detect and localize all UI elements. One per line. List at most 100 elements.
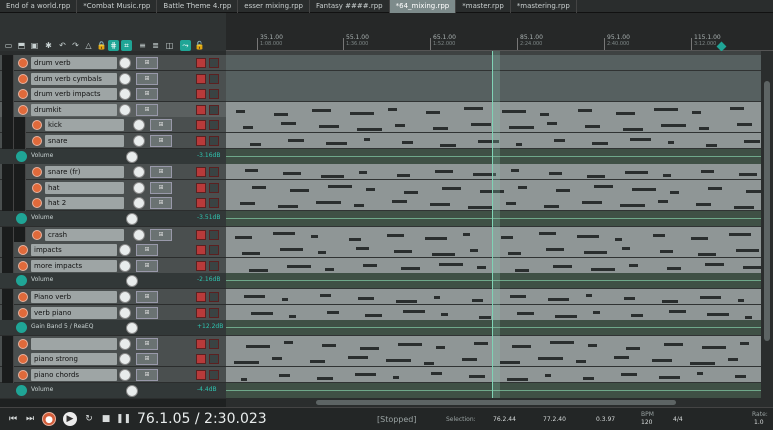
volume-knob[interactable]: [119, 369, 131, 381]
volume-knob[interactable]: [133, 119, 145, 132]
track-name[interactable]: hat: [45, 181, 124, 194]
track-name[interactable]: piano strong: [31, 353, 117, 366]
solo-button[interactable]: [209, 136, 219, 146]
record-arm-icon[interactable]: [32, 198, 42, 209]
vertical-scroll-thumb[interactable]: [764, 81, 770, 341]
envelope-icon[interactable]: [16, 150, 27, 162]
solo-button[interactable]: [209, 307, 219, 318]
selection-length[interactable]: 0.3.97: [596, 416, 615, 423]
fx-button[interactable]: ⊞: [136, 369, 158, 381]
fx-button[interactable]: ⊞: [136, 337, 158, 350]
track-header[interactable]: hat ⊞: [0, 179, 226, 196]
project-tab[interactable]: esser mixing.rpp: [238, 0, 310, 13]
record-arm-icon[interactable]: [32, 120, 42, 131]
volume-knob[interactable]: [119, 306, 131, 319]
record-arm-icon[interactable]: [18, 89, 28, 100]
mute-button[interactable]: [196, 182, 206, 193]
solo-button[interactable]: [209, 292, 219, 302]
envelope-icon[interactable]: [16, 322, 27, 334]
settings-icon[interactable]: ✱: [43, 40, 54, 51]
track-name[interactable]: drum verb cymbals: [31, 72, 117, 85]
track-header[interactable]: Piano verb ⊞: [0, 289, 226, 305]
record-arm-icon[interactable]: [18, 58, 28, 68]
envelope-knob[interactable]: [126, 213, 138, 225]
envelope-lane-header[interactable]: Gain Band 5 / ReaEQ +12.2dB: [0, 320, 226, 337]
solo-button[interactable]: [209, 260, 219, 271]
solo-button[interactable]: [209, 120, 219, 131]
grid-icon[interactable]: ⋕: [108, 40, 119, 51]
solo-button[interactable]: [209, 104, 219, 115]
fx-button[interactable]: ⊞: [150, 166, 172, 179]
solo-button[interactable]: [209, 58, 219, 68]
track-name[interactable]: piano chords: [31, 369, 117, 381]
volume-knob[interactable]: [133, 181, 145, 194]
ripple-edit-icon[interactable]: ≡: [137, 40, 148, 51]
track-name[interactable]: hat 2: [45, 197, 124, 210]
solo-button[interactable]: [209, 245, 219, 256]
rate-value[interactable]: 1.0: [754, 419, 764, 426]
envelope-icon[interactable]: [16, 384, 27, 396]
mute-button[interactable]: [196, 260, 206, 271]
bpm-value[interactable]: 120: [641, 419, 652, 426]
solo-button[interactable]: [209, 338, 219, 349]
track-header[interactable]: more impacts ⊞: [0, 257, 226, 274]
mute-button[interactable]: [196, 89, 206, 100]
snap-icon[interactable]: ⌗: [121, 40, 132, 51]
project-tab[interactable]: Fantasy ####.rpp: [310, 0, 390, 13]
project-tab[interactable]: *Combat Music.rpp: [77, 0, 158, 13]
new-project-icon[interactable]: ▭: [3, 40, 14, 51]
repeat-icon[interactable]: ↻: [82, 412, 96, 426]
fx-button[interactable]: ⊞: [150, 135, 172, 147]
track-header[interactable]: snare (fr) ⊞: [0, 164, 226, 181]
auto-crossfade-icon[interactable]: ⤳: [180, 40, 191, 51]
record-arm-icon[interactable]: [32, 136, 42, 146]
track-header[interactable]: crash ⊞: [0, 226, 226, 243]
undo-icon[interactable]: ↶: [57, 40, 68, 51]
fx-button[interactable]: ⊞: [136, 88, 158, 101]
envelope-lane-header[interactable]: Volume -3.16dB: [0, 148, 226, 165]
fx-button[interactable]: ⊞: [136, 291, 158, 303]
volume-knob[interactable]: [133, 197, 145, 210]
track-name[interactable]: snare (fr): [45, 166, 124, 179]
fx-button[interactable]: ⊞: [150, 119, 172, 132]
horizontal-scroll-thumb[interactable]: [316, 400, 676, 405]
record-arm-icon[interactable]: [18, 292, 28, 302]
play-icon[interactable]: ▶: [63, 412, 77, 426]
volume-knob[interactable]: [119, 244, 131, 257]
solo-button[interactable]: [209, 167, 219, 178]
save-project-icon[interactable]: ▣: [29, 40, 40, 51]
mute-button[interactable]: [196, 73, 206, 84]
envelope-knob[interactable]: [126, 322, 138, 335]
selection-end[interactable]: 77.2.40: [543, 416, 566, 423]
mute-button[interactable]: [196, 58, 206, 68]
record-arm-icon[interactable]: [18, 260, 28, 271]
track-header[interactable]: ⊞: [0, 335, 226, 352]
record-arm-icon[interactable]: [18, 307, 28, 318]
solo-button[interactable]: [209, 354, 219, 365]
volume-knob[interactable]: [119, 353, 131, 366]
fx-button[interactable]: ⊞: [150, 197, 172, 210]
time-signature[interactable]: 4/4: [673, 416, 683, 423]
record-arm-icon[interactable]: [18, 104, 28, 115]
mute-button[interactable]: [196, 245, 206, 256]
envelope-knob[interactable]: [126, 275, 138, 288]
track-header[interactable]: snare ⊞: [0, 133, 226, 149]
track-header[interactable]: kick ⊞: [0, 117, 226, 134]
fx-button[interactable]: ⊞: [136, 57, 158, 69]
mute-button[interactable]: [196, 292, 206, 302]
solo-button[interactable]: [209, 370, 219, 380]
fx-button[interactable]: ⊞: [136, 103, 158, 116]
track-name[interactable]: crash: [45, 228, 124, 241]
track-name[interactable]: drum verb: [31, 57, 117, 69]
track-name[interactable]: kick: [45, 119, 124, 132]
track-name[interactable]: Piano verb: [31, 291, 117, 303]
fx-button[interactable]: ⊞: [136, 244, 158, 257]
ripple-all-icon[interactable]: ≣: [150, 40, 161, 51]
mute-button[interactable]: [196, 229, 206, 240]
fx-button[interactable]: ⊞: [136, 353, 158, 366]
mute-button[interactable]: [196, 370, 206, 380]
track-name[interactable]: [31, 337, 117, 350]
volume-knob[interactable]: [119, 88, 131, 101]
record-arm-icon[interactable]: [32, 167, 42, 178]
metronome-icon[interactable]: △: [83, 40, 94, 51]
